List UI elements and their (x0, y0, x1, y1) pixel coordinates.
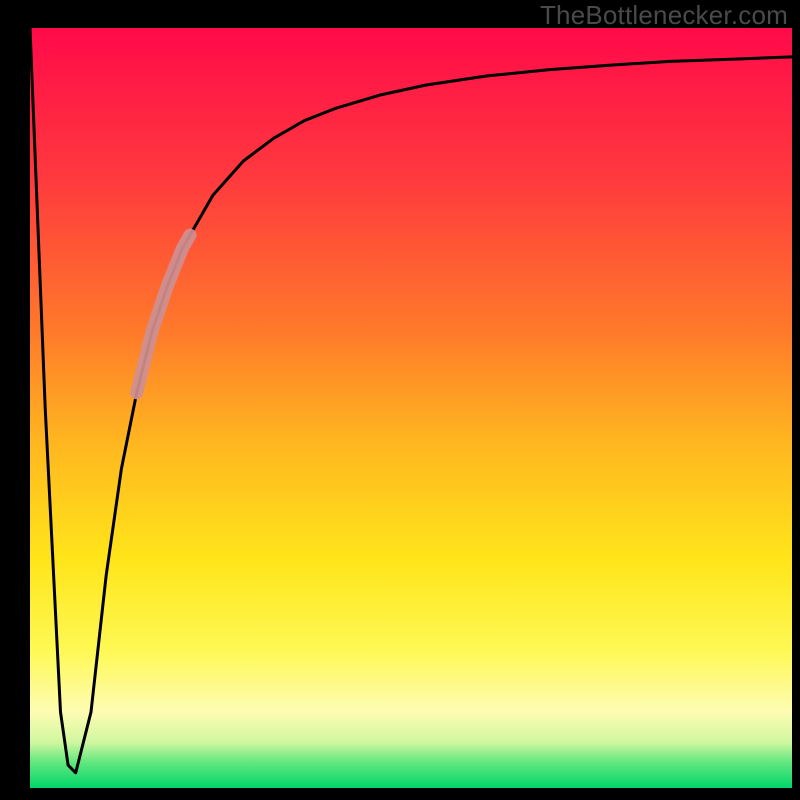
watermark-text: TheBottlenecker.com (540, 0, 788, 31)
frame-right (792, 0, 800, 800)
frame-bottom (0, 788, 800, 800)
plot-background (30, 28, 792, 788)
bottleneck-chart: TheBottlenecker.com (0, 0, 800, 800)
chart-svg (0, 0, 800, 800)
frame-left (0, 0, 30, 800)
